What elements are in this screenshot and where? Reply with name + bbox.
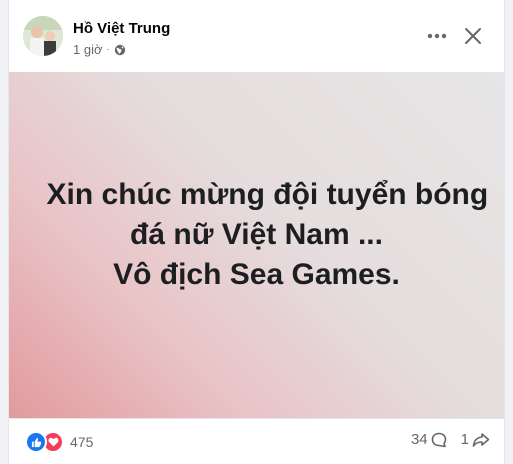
post-card: Hồ Việt Trung 1 giờ · Xin chúc mừng đội … [8,0,505,464]
globe-icon [114,44,126,56]
author-name[interactable]: Hồ Việt Trung [73,20,170,37]
more-horizontal-icon [427,33,447,39]
comment-count: 34 [410,431,428,448]
post-text-line: Xin chúc mừng đội tuyển bóng [46,178,489,211]
shares-stat[interactable]: 1 [461,431,490,448]
post-meta: 1 giờ · [73,42,126,57]
post-footer: 475 34 1 [9,418,504,464]
text-post-background[interactable]: Xin chúc mừng đội tuyển bóng đá nữ Việt … [9,72,504,418]
close-button[interactable] [459,22,487,50]
more-options-button[interactable] [423,24,451,48]
post-text: Xin chúc mừng đội tuyển bóng đá nữ Việt … [46,175,489,295]
post-text-line: Vô địch Sea Games. [113,258,400,291]
avatar-image [23,16,63,56]
post-time[interactable]: 1 giờ [73,42,103,57]
comment-icon [431,432,446,447]
post-stats: 34 1 [411,431,490,448]
post-header: Hồ Việt Trung 1 giờ · [9,0,504,72]
reactions-summary[interactable]: 475 [25,431,93,453]
share-count: 1 [460,431,469,448]
like-icon [25,431,47,453]
post-text-line: đá nữ Việt Nam ... [130,218,383,251]
close-icon [465,28,481,44]
share-icon [472,432,490,447]
avatar[interactable] [23,16,63,56]
reaction-count: 475 [70,434,94,450]
comments-stat[interactable]: 34 [411,431,447,448]
meta-separator: · [106,44,110,55]
